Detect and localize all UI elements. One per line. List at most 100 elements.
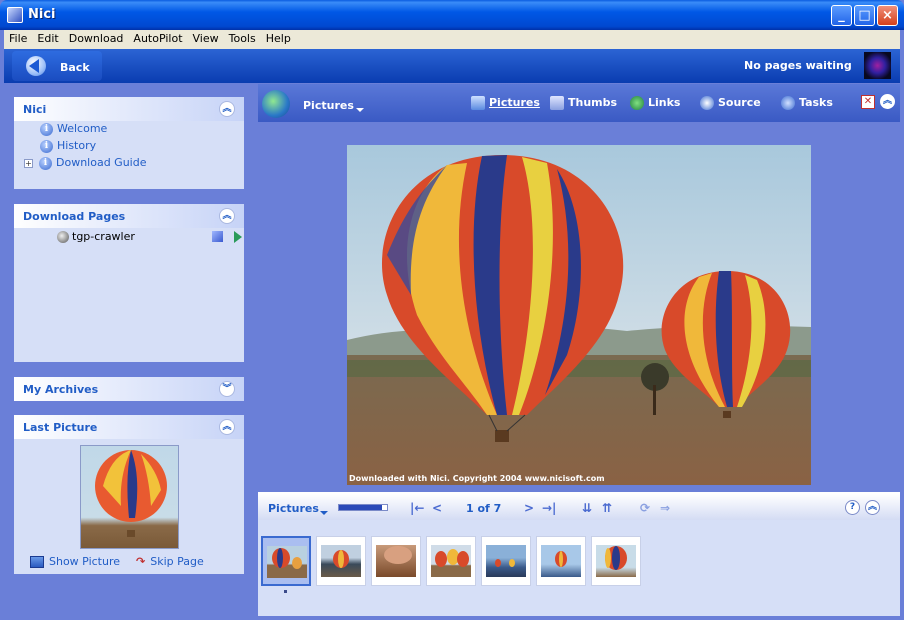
- skip-page-link[interactable]: ↷ Skip Page: [136, 555, 204, 568]
- nici-panel: Nici ︽ i Welcome i History + i Download Guid…: [14, 97, 244, 189]
- sort-up-icon[interactable]: ⇈: [602, 501, 612, 515]
- nici-logo: [864, 52, 891, 79]
- globe-icon: [262, 90, 290, 118]
- info-icon: i: [40, 139, 53, 153]
- tab-thumbs[interactable]: Thumbs: [550, 96, 617, 110]
- last-picture-header[interactable]: Last Picture ︽: [14, 415, 244, 439]
- my-archives-panel: My Archives ︾: [14, 377, 244, 401]
- menu-file[interactable]: File: [4, 30, 32, 47]
- pictures-icon: [471, 96, 485, 110]
- expand-plus-icon[interactable]: +: [24, 158, 33, 168]
- collapse-chevron-icon[interactable]: ︽: [219, 101, 235, 117]
- thumbnail[interactable]: [261, 536, 311, 586]
- tab-pictures[interactable]: Pictures: [471, 96, 540, 110]
- progress-bar: [338, 504, 388, 511]
- links-icon: [630, 96, 644, 110]
- show-picture-link[interactable]: Show Picture: [30, 555, 120, 568]
- photo-credit: Downloaded with Nici. Copyright 2004 www…: [349, 474, 605, 483]
- play-icon[interactable]: [234, 231, 242, 243]
- collapse-chevron-icon[interactable]: ︽: [880, 94, 895, 109]
- thumbnail-image: [596, 545, 636, 577]
- status-text: No pages waiting: [744, 59, 852, 72]
- thumbnail-image: [267, 546, 307, 578]
- crawler-icon: [57, 231, 69, 243]
- last-picture-panel: Last Picture ︽ Show Picture ↷ Skip Page: [14, 415, 244, 574]
- last-picture-thumbnail[interactable]: [80, 445, 179, 549]
- tab-source[interactable]: Source: [700, 96, 761, 110]
- thumbnail[interactable]: [591, 536, 641, 586]
- redo-arrow-icon: ↷: [136, 555, 146, 568]
- thumbs-icon: [550, 96, 564, 110]
- monitor-icon: [30, 556, 44, 568]
- tab-links[interactable]: Links: [630, 96, 680, 110]
- tasks-info-icon: [781, 96, 795, 110]
- filmstrip-title[interactable]: Pictures: [268, 502, 319, 515]
- tab-tasks[interactable]: Tasks: [781, 96, 833, 110]
- viewer-title[interactable]: Pictures: [303, 99, 354, 112]
- thumbnail[interactable]: [316, 536, 366, 586]
- viewer-toolbar: Pictures Pictures Thumbs Links Source Ta…: [258, 84, 900, 122]
- download-pages-header[interactable]: Download Pages ︽: [14, 204, 244, 228]
- info-icon: i: [39, 156, 52, 170]
- collapse-chevron-icon[interactable]: ︽: [219, 208, 235, 224]
- expand-chevron-icon[interactable]: ︾: [219, 381, 235, 397]
- balloons-photo: [347, 145, 811, 485]
- thumbnail-image: [486, 545, 526, 577]
- thumbnail-image: [431, 545, 471, 577]
- thumbnail-image: [376, 545, 416, 577]
- download-pages-title: Download Pages: [23, 210, 126, 223]
- maximize-button[interactable]: □: [854, 5, 875, 26]
- app-icon: [7, 7, 23, 23]
- thumbnail[interactable]: [536, 536, 586, 586]
- menu-bar: File Edit Download AutoPilot View Tools Help: [4, 30, 900, 49]
- back-label: Back: [60, 61, 90, 74]
- thumbnail[interactable]: [426, 536, 476, 586]
- dropdown-caret-icon[interactable]: [356, 108, 364, 112]
- nav-bar: Back No pages waiting: [4, 49, 900, 83]
- collapse-chevron-icon[interactable]: ︽: [865, 500, 880, 515]
- stop-icon[interactable]: [212, 231, 223, 242]
- main-picture[interactable]: Downloaded with Nici. Copyright 2004 www…: [347, 145, 811, 485]
- menu-autopilot[interactable]: AutoPilot: [128, 30, 187, 47]
- title-bar: Nici _ □ ×: [0, 0, 904, 30]
- filmstrip-toolbar: Pictures |← < 1 of 7 > →| ⇊ ⇈ ⟳ ⇒ ? ︽: [258, 492, 900, 520]
- collapse-chevron-icon[interactable]: ︽: [219, 419, 235, 435]
- nici-panel-header[interactable]: Nici ︽: [14, 97, 244, 121]
- back-button[interactable]: Back: [12, 51, 102, 81]
- download-pages-panel: Download Pages ︽ tgp-crawler: [14, 204, 244, 362]
- close-button[interactable]: ×: [877, 5, 898, 26]
- menu-tools[interactable]: Tools: [224, 30, 261, 47]
- download-page-item[interactable]: tgp-crawler: [57, 230, 135, 243]
- forward-icon[interactable]: ⇒: [660, 501, 670, 515]
- last-picture-title: Last Picture: [23, 421, 98, 434]
- info-icon: i: [40, 122, 53, 136]
- thumbnail[interactable]: [371, 536, 421, 586]
- page-count: 1 of 7: [466, 502, 502, 515]
- sort-down-icon[interactable]: ⇊: [582, 501, 592, 515]
- progress-fill: [339, 505, 383, 510]
- nici-item-history[interactable]: i History: [40, 139, 96, 153]
- thumbnail-image: [321, 545, 361, 577]
- selection-marker: [284, 590, 287, 593]
- first-page-icon[interactable]: |←: [410, 501, 424, 515]
- menu-download[interactable]: Download: [64, 30, 129, 47]
- nici-item-download-guide[interactable]: + i Download Guide: [24, 156, 146, 170]
- window-title: Nici: [28, 7, 56, 22]
- dropdown-caret-icon[interactable]: [320, 511, 328, 515]
- refresh-icon[interactable]: ⟳: [640, 501, 650, 515]
- minimize-button[interactable]: _: [831, 5, 852, 26]
- menu-edit[interactable]: Edit: [32, 30, 63, 47]
- nici-item-welcome[interactable]: i Welcome: [40, 122, 107, 136]
- last-page-icon[interactable]: →|: [542, 501, 556, 515]
- balloon-thumbnail-image: [95, 450, 167, 537]
- next-page-icon[interactable]: >: [524, 501, 534, 515]
- fullscreen-icon[interactable]: ✕: [861, 95, 875, 109]
- help-icon[interactable]: ?: [845, 500, 860, 515]
- filmstrip: [258, 520, 900, 616]
- menu-view[interactable]: View: [188, 30, 224, 47]
- my-archives-title: My Archives: [23, 383, 99, 396]
- menu-help[interactable]: Help: [261, 30, 296, 47]
- previous-page-icon[interactable]: <: [432, 501, 442, 515]
- thumbnail[interactable]: [481, 536, 531, 586]
- my-archives-header[interactable]: My Archives ︾: [14, 377, 244, 401]
